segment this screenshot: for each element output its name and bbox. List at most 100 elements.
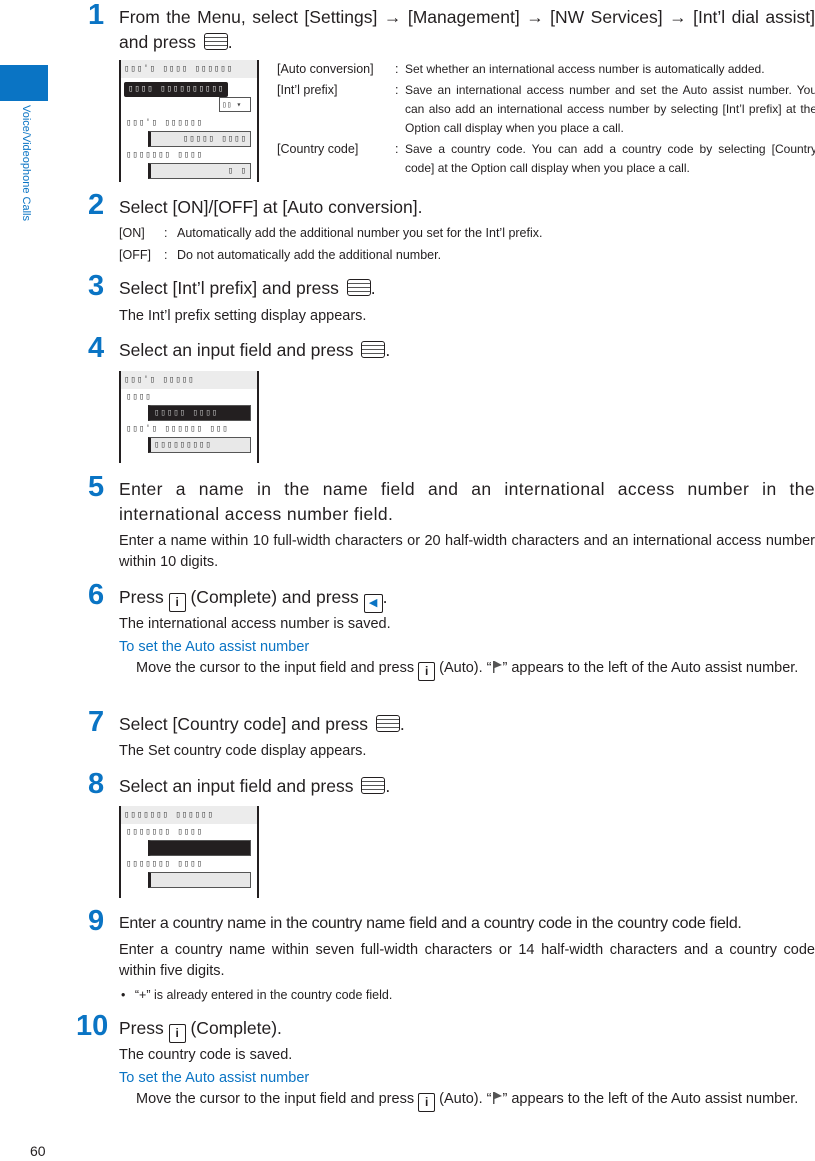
i-mode-key-icon: i [168,593,186,612]
screen-label: ▯▯▯'▯ ▯▯▯▯▯▯ [126,118,204,128]
step-title: Select [Int’l prefix] and press . [119,276,815,301]
screen-label: ▯▯▯▯ [126,392,152,402]
step-title-text: (Complete). [190,1018,282,1038]
screen-title: ▯▯▯'▯ ▯▯▯▯ ▯▯▯▯▯▯ [121,60,257,78]
auto-conversion-select[interactable]: ▯▯ ▾ [219,97,251,112]
bullet-icon: • [121,988,126,1002]
step-title: Press i (Complete) and press ◀. [119,585,815,613]
period: . [370,278,376,298]
auto-assist-heading: To set the Auto assist number [119,639,310,655]
step-title: Select an input field and press . [119,338,815,363]
option-row: [Auto conversion] : Set whether an inter… [277,60,815,79]
option-off: [OFF] : Do not automatically add the add… [119,245,441,265]
step-body: Enter a country name within seven full-w… [119,942,815,979]
option-term: [Auto conversion] [277,62,374,76]
i-mode-key-icon: i [168,1024,186,1043]
flag-icon [492,1092,502,1104]
option-row: [Int’l prefix] : Save an international a… [277,81,815,138]
step-number: 9 [88,905,105,937]
step-number: 2 [88,189,105,221]
step-number: 6 [88,579,105,611]
step-title-text: Press [119,1018,164,1038]
auto-assist-body: Move the cursor to the input field and p… [136,658,815,681]
option-term: [Int’l prefix] [277,83,338,97]
option-definition: Set whether an international access numb… [405,62,765,76]
text: Move the cursor to the input field and p… [136,660,415,676]
bullet-note: • “+” is already entered in the country … [121,985,392,1005]
screen-title: ▯▯▯▯▯▯▯ ▯▯▯▯▯▯ [121,806,257,824]
step-title: Press i (Complete). [119,1016,815,1043]
option-definition: Automatically add the additional number … [177,226,543,240]
step-title: From the Menu, select [Settings] → [Mana… [119,5,815,55]
screen-intl-prefix: ▯▯▯'▯ ▯▯▯▯▯ ▯▯▯▯ ▯▯▯▯▯ ▯▯▯▯ ▯▯▯'▯ ▯▯▯▯▯▯… [119,371,259,463]
screen-label: ▯▯▯▯▯▯▯ ▯▯▯▯ [126,827,204,837]
step-title-text: Press [119,587,164,607]
chapter-tab-marker [0,65,48,101]
i-mode-key-icon: i [418,662,436,681]
step-number: 3 [88,270,105,302]
step-number: 7 [88,706,105,738]
country-code-field[interactable] [148,872,251,888]
step-title: Enter a country name in the country name… [119,915,742,932]
option-term: [OFF] [119,248,151,262]
period: . [399,714,405,734]
country-code-field[interactable]: ▯ ▯ [148,163,251,179]
text: ” appears to the left of the Auto assist… [502,1091,799,1107]
step-title: Select an input field and press . [119,774,815,799]
page-number: 60 [30,1143,46,1159]
note-text: “+” is already entered in the country co… [134,988,393,1002]
option-term: [ON] [119,226,145,240]
intl-prefix-field[interactable]: ▯▯▯▯▯ ▯▯▯▯ [148,131,251,147]
screen-intl-dial-assist: ▯▯▯'▯ ▯▯▯▯ ▯▯▯▯▯▯ ▯▯▯▯ ▯▯▯▯▯▯▯▯▯▯ ▯▯ ▾ ▯… [119,60,259,182]
step-title-text: Select an input field and press [119,340,354,360]
country-name-field[interactable] [148,840,251,856]
text: Move the cursor to the input field and p… [136,1091,415,1107]
period: . [385,340,391,360]
screen-title: ▯▯▯'▯ ▯▯▯▯▯ [121,371,257,389]
period: . [227,32,233,52]
screen-highlight-item[interactable]: ▯▯▯▯ ▯▯▯▯▯▯▯▯▯▯ [124,82,229,97]
menu-key-icon [361,341,386,358]
period: . [382,587,388,607]
screen-label: ▯▯▯▯▯▯▯ ▯▯▯▯ [126,859,204,869]
option-row: [Country code] : Save a country code. Yo… [277,140,815,178]
step-body: Enter a name within 10 full-width charac… [119,533,815,570]
flag-icon [492,661,502,673]
step-body: The Set country code display appears. [119,743,367,759]
text: (Auto). “ [439,1091,492,1107]
option-term: [Country code] [277,142,359,156]
auto-assist-heading: To set the Auto assist number [119,1070,310,1086]
screen-label: ▯▯▯▯▯▯▯ ▯▯▯▯ [126,150,204,160]
chapter-label: Voice/Videophone Calls [20,105,32,221]
option-definition: Save an international access number and … [405,83,815,135]
intl-access-number-field[interactable]: ▯▯▯▯▯▯▯▯▯ [148,437,251,453]
option-on: [ON] : Automatically add the additional … [119,223,542,243]
name-field[interactable]: ▯▯▯▯▯ ▯▯▯▯ [148,405,251,421]
menu-key-icon [375,715,400,732]
period: . [385,776,391,796]
i-mode-key-icon: i [418,1093,436,1112]
colon: : [395,62,399,76]
step-number: 10 [76,1010,109,1042]
step-title: Enter a name in the name field and an in… [119,479,815,524]
auto-assist-body: Move the cursor to the input field and p… [136,1089,815,1112]
text: (Auto). “ [439,660,492,676]
screen-set-country-code: ▯▯▯▯▯▯▯ ▯▯▯▯▯▯ ▯▯▯▯▯▯▯ ▯▯▯▯ ▯▯▯▯▯▯▯ ▯▯▯▯ [119,806,259,898]
step-title-text: Select [Country code] and press [119,714,369,734]
left-key-icon: ◀ [363,594,383,613]
step-body: The international access number is saved… [119,616,391,632]
colon: : [164,226,168,240]
step-title: Select [Country code] and press . [119,712,815,737]
menu-key-icon [361,777,386,794]
step-title-text: (Complete) and press [190,587,359,607]
step-body: The Int’l prefix setting display appears… [119,308,367,324]
colon: : [395,142,399,156]
step-title: Select [ON]/[OFF] at [Auto conversion]. [119,197,423,217]
step-number: 4 [88,332,105,364]
step-body: The country code is saved. [119,1047,293,1063]
step-title-text: Select [Int’l prefix] and press [119,278,339,298]
screen-label: ▯▯▯'▯ ▯▯▯▯▯▯ ▯▯▯ [126,424,229,434]
menu-key-icon [346,279,371,296]
step1-options: [Auto conversion] : Set whether an inter… [277,60,815,178]
step-number: 8 [88,768,105,800]
